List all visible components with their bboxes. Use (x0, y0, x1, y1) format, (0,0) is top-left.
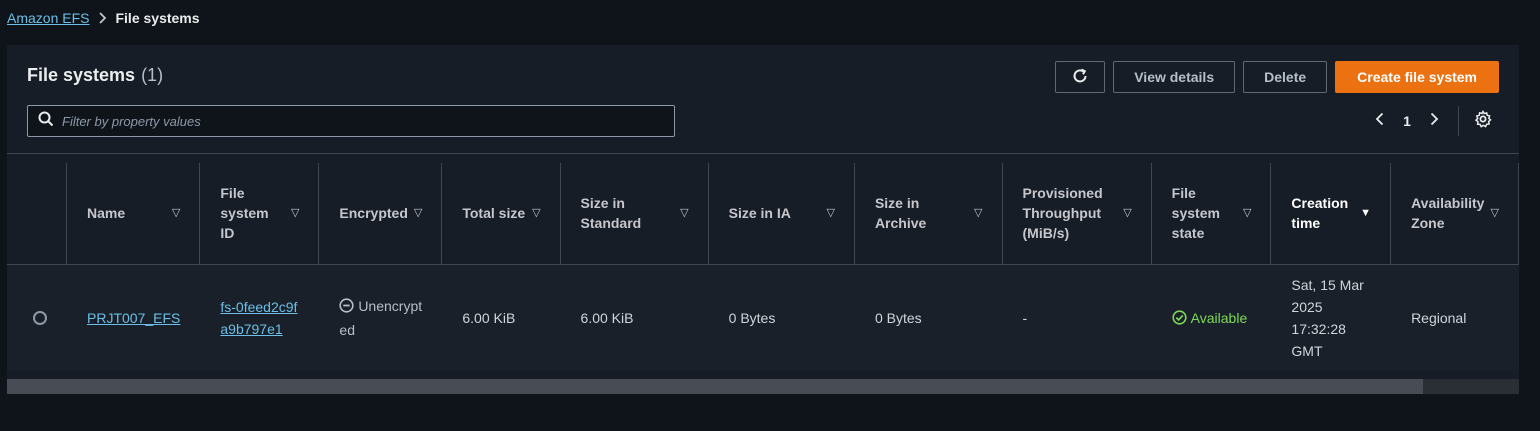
search-icon (38, 111, 54, 132)
sort-down-icon: ▽ (680, 207, 689, 220)
refresh-icon (1071, 67, 1089, 88)
file-systems-table: Name ▽ File system ID ▽ Encrypted ▽ Total s… (7, 153, 1519, 394)
pagination: 1 (1366, 106, 1497, 136)
column-header-creation-time[interactable]: Creation time ▼ (1271, 163, 1392, 265)
sort-down-icon: ▽ (1242, 207, 1252, 220)
column-header-availability-zone[interactable]: Availability Zone ▽ (1391, 163, 1519, 265)
encryption-status: Unencrypted (339, 297, 423, 338)
panel-header: File systems (1) (27, 65, 163, 86)
breadcrumb-amazon-efs-link[interactable]: Amazon EFS (7, 10, 89, 26)
cell-state: Available (1151, 264, 1272, 371)
cell-size-standard: 6.00 KiB (560, 264, 709, 371)
sort-down-icon: ▽ (413, 207, 423, 220)
chevron-left-icon (1375, 112, 1385, 131)
cell-file-system-id: fs-0feed2c9fa9b797e1 (200, 264, 320, 371)
breadcrumb: Amazon EFS File systems (7, 10, 200, 26)
chevron-right-icon (97, 12, 107, 24)
column-header-size-standard[interactable]: Size in Standard ▽ (560, 163, 709, 265)
horizontal-scrollbar[interactable] (7, 379, 1519, 394)
panel-count: (1) (141, 65, 164, 85)
scrollbar-thumb[interactable] (7, 379, 1423, 394)
cell-availability-zone: Regional (1391, 264, 1519, 371)
file-systems-panel: File systems (1) View details Delete Cre… (7, 45, 1519, 394)
previous-page-button[interactable] (1366, 107, 1394, 135)
column-header-file-system-id[interactable]: File system ID ▽ (200, 163, 320, 265)
cell-size-archive: 0 Bytes (854, 264, 1003, 371)
check-circle-icon (1172, 310, 1187, 325)
file-system-name-link[interactable]: PRJT007_EFS (87, 310, 180, 326)
cell-size-ia: 0 Bytes (708, 264, 855, 371)
preferences-button[interactable] (1469, 107, 1497, 135)
filter-input[interactable] (62, 113, 674, 129)
panel-title: File systems (27, 65, 136, 85)
sort-down-icon: ▽ (290, 207, 300, 220)
breadcrumb-current: File systems (115, 10, 200, 26)
current-page[interactable]: 1 (1394, 113, 1420, 129)
select-column-header (7, 163, 67, 265)
filter-search-box (27, 105, 675, 137)
row-select-cell (7, 264, 67, 371)
view-details-button[interactable]: View details (1113, 61, 1236, 93)
gear-icon (1474, 109, 1492, 133)
panel-actions: View details Delete Create file system (1055, 61, 1499, 93)
next-page-button[interactable] (1420, 107, 1448, 135)
column-header-provisioned-throughput[interactable]: Provisioned Throughput (MiB/s) ▽ (1002, 163, 1152, 265)
sort-down-icon: ▽ (974, 207, 983, 220)
cell-encrypted: Unencrypted (319, 264, 443, 371)
table-row[interactable]: PRJT007_EFS fs-0feed2c9fa9b797e1 Unencry… (7, 264, 1519, 371)
create-file-system-button[interactable]: Create file system (1335, 61, 1499, 93)
refresh-button[interactable] (1055, 61, 1106, 93)
pager-divider (1458, 106, 1459, 136)
column-header-state[interactable]: File system state ▽ (1151, 163, 1272, 265)
column-header-encrypted[interactable]: Encrypted ▽ (319, 163, 443, 265)
sort-down-icon: ▽ (826, 207, 835, 220)
sort-down-icon: ▽ (1490, 207, 1499, 220)
column-header-name[interactable]: Name ▽ (67, 163, 201, 265)
cell-provisioned-throughput: - (1002, 264, 1152, 371)
cell-total-size: 6.00 KiB (442, 264, 561, 371)
cell-creation-time: Sat, 15 Mar 2025 17:32:28 GMT (1271, 264, 1392, 371)
column-header-size-ia[interactable]: Size in IA ▽ (708, 163, 855, 265)
sort-down-icon: ▽ (532, 207, 541, 220)
sort-down-icon: ▽ (1123, 207, 1132, 220)
table-top-border (7, 153, 1519, 154)
cell-name: PRJT007_EFS (67, 264, 201, 371)
row-radio-button[interactable] (33, 310, 47, 325)
column-header-total-size[interactable]: Total size ▽ (442, 163, 561, 265)
chevron-right-icon (1429, 112, 1439, 131)
sort-descending-icon: ▼ (1360, 207, 1372, 220)
column-header-size-archive[interactable]: Size in Archive ▽ (854, 163, 1003, 265)
file-system-id-link[interactable]: fs-0feed2c9fa9b797e1 (220, 299, 297, 337)
minus-circle-icon (339, 297, 355, 319)
sort-down-icon: ▽ (171, 207, 181, 220)
state-badge: Available (1172, 307, 1252, 329)
table-header-row: Name ▽ File system ID ▽ Encrypted ▽ Total s… (7, 163, 1519, 265)
delete-button[interactable]: Delete (1243, 61, 1328, 93)
